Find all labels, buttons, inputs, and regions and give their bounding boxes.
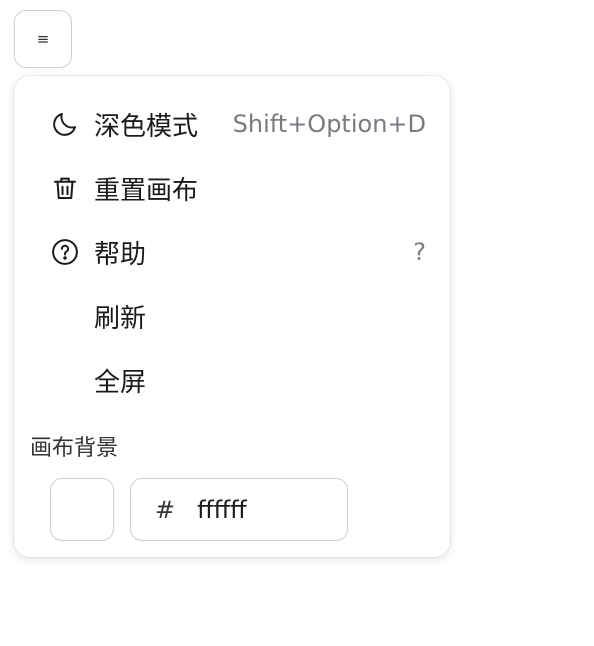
canvas-background-label: 画布背景 xyxy=(30,436,119,461)
menu-item-dark-mode[interactable]: 深色模式 Shift+Option+D xyxy=(38,100,426,148)
color-hex-input[interactable] xyxy=(197,495,328,524)
menu-item-reset-canvas[interactable]: 重置画布 xyxy=(38,164,426,212)
color-swatch-button[interactable] xyxy=(50,478,114,541)
menu-item-help[interactable]: 帮助 ? xyxy=(38,228,426,276)
trash-icon xyxy=(38,164,94,212)
help-circle-icon xyxy=(38,228,94,276)
moon-icon xyxy=(38,100,94,148)
hash-prefix: # xyxy=(155,495,176,524)
menu-item-refresh[interactable]: 刷新 xyxy=(38,292,426,340)
menu-item-label: 全屏 xyxy=(94,367,147,398)
menu-item-label: 深色模式 xyxy=(94,111,199,142)
menu-item-label: 重置画布 xyxy=(94,175,199,206)
color-hex-field[interactable]: # xyxy=(130,478,348,541)
menu-item-fullscreen[interactable]: 全屏 xyxy=(38,356,426,404)
hamburger-icon: ≡ xyxy=(36,30,50,48)
menu-item-label: 帮助 xyxy=(94,239,147,270)
menu-item-shortcut: ? xyxy=(413,238,426,266)
menu-item-label: 刷新 xyxy=(94,303,147,334)
menu-button[interactable]: ≡ xyxy=(14,10,72,68)
dropdown-menu: 深色模式 Shift+Option+D 重置画布 帮助 ? 刷新 全屏 画布背景… xyxy=(14,76,450,557)
menu-item-shortcut: Shift+Option+D xyxy=(232,110,426,138)
